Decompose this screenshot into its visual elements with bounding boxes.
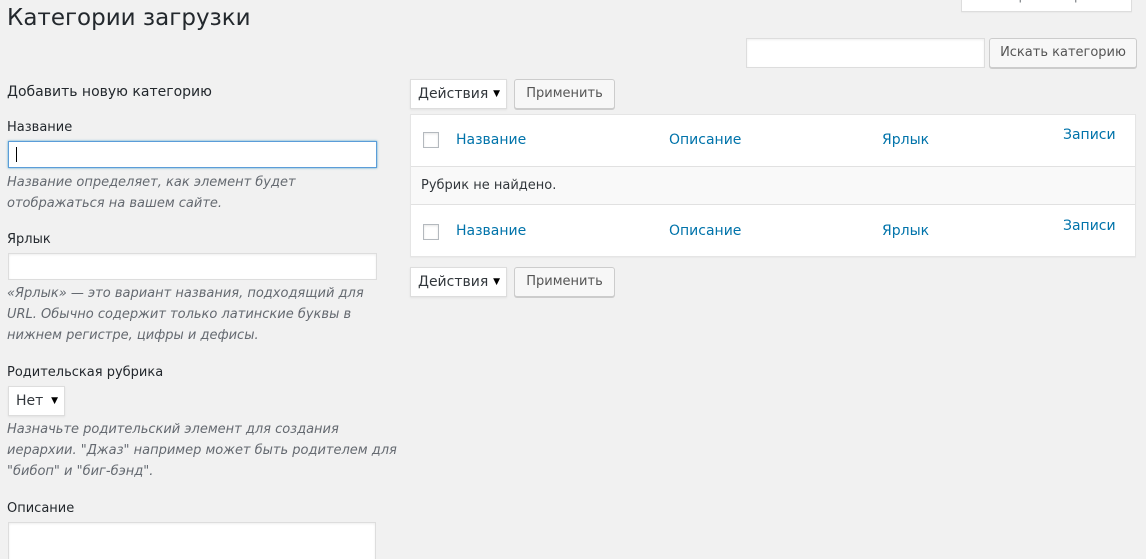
table-empty-row: Рубрик не найдено. — [411, 167, 1135, 205]
bulk-actions-select-top[interactable]: Действия ▼ — [410, 79, 507, 109]
select-all-checkbox-bottom[interactable] — [423, 224, 439, 240]
footer-column-slug-sort[interactable]: Ярлык — [882, 221, 929, 241]
dropdown-arrow-icon: ▼ — [493, 277, 500, 287]
text-caret — [16, 147, 17, 162]
parent-hint: Назначьте родительский элемент для созда… — [7, 422, 397, 479]
footer-column-description-sort[interactable]: Описание — [669, 221, 741, 241]
column-description-sort[interactable]: Описание — [669, 130, 741, 150]
name-hint: Название определяет, как элемент будет о… — [7, 175, 296, 211]
table-footer-row: Название Описание Ярлык Записи — [411, 205, 1135, 257]
page-title: Категории загрузки — [7, 5, 251, 31]
dropdown-arrow-icon: ▼ — [493, 89, 500, 99]
footer-column-posts-sort[interactable]: Записи — [1063, 216, 1116, 236]
apply-button-top[interactable]: Применить — [514, 79, 615, 109]
description-label: Описание — [7, 501, 75, 516]
add-category-heading: Добавить новую категорию — [7, 84, 212, 100]
slug-label: Ярлык — [7, 232, 51, 247]
apply-button-bottom[interactable]: Применить — [514, 267, 615, 297]
page: Настройки экрана Категории загрузки Иска… — [0, 0, 1146, 559]
parent-select[interactable]: Нет ▼ — [8, 386, 65, 416]
column-name-sort[interactable]: Название — [456, 130, 526, 150]
bulk-actions-select-bottom[interactable]: Действия ▼ — [410, 267, 507, 297]
slug-hint: «Ярлык» — это вариант названия, подходящ… — [7, 286, 364, 343]
bulk-actions-value-top: Действия — [418, 86, 489, 102]
column-slug-sort[interactable]: Ярлык — [882, 130, 929, 150]
select-all-checkbox-top[interactable] — [423, 132, 439, 148]
search-input[interactable] — [746, 38, 985, 68]
slug-input[interactable] — [8, 253, 377, 280]
name-label: Название — [7, 120, 73, 135]
search-category-button[interactable]: Искать категорию — [989, 38, 1137, 68]
screen-options-button[interactable]: Настройки экрана — [961, 0, 1132, 12]
table-header-row: Название Описание Ярлык Записи — [411, 115, 1135, 167]
no-items-message: Рубрик не найдено. — [421, 178, 557, 193]
description-textarea[interactable] — [8, 522, 376, 559]
parent-select-value: Нет — [16, 393, 44, 409]
footer-column-name-sort[interactable]: Название — [456, 221, 526, 241]
dropdown-arrow-icon: ▼ — [51, 396, 58, 406]
bulk-actions-value-bottom: Действия — [418, 274, 489, 290]
name-input[interactable] — [8, 141, 377, 168]
parent-label: Родительская рубрика — [7, 365, 164, 380]
column-posts-sort[interactable]: Записи — [1063, 125, 1116, 145]
categories-table: Название Описание Ярлык Записи Рубрик не… — [410, 114, 1136, 257]
